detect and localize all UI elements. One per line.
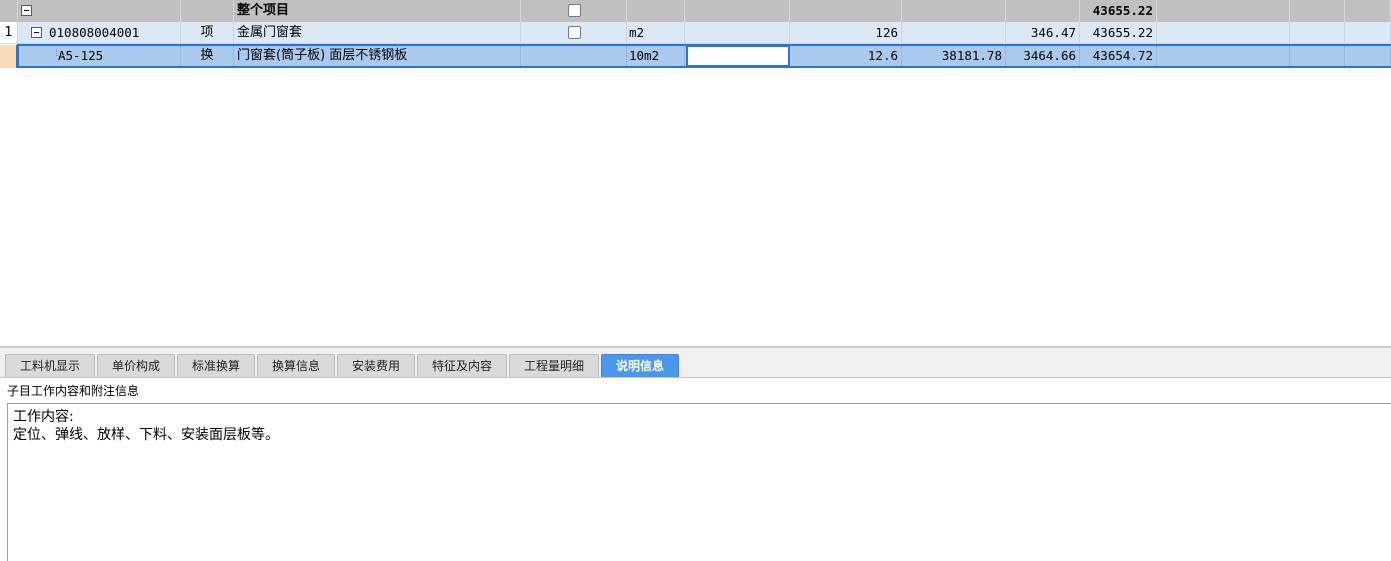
name-cell[interactable]: 金属门窗套: [234, 22, 521, 44]
unit-cell[interactable]: 10m2: [627, 45, 685, 68]
detail-tabbar: 工料机显示 单价构成 标准换算 换算信息 安装费用 特征及内容 工程量明细 说明…: [0, 348, 1391, 378]
column-c6-cell: [1345, 0, 1391, 22]
item-code: 010808004001: [49, 25, 140, 40]
checkbox-cell: [521, 0, 627, 22]
budget-grid: 整个项目 43655.22 1 010808004001 项 金属门窗套 m2 …: [0, 0, 1391, 346]
column-c5-cell: [1290, 22, 1345, 44]
checkbox-cell: [521, 22, 627, 44]
type-cell: 换: [181, 45, 234, 68]
column-c3-cell: 43655.22: [1080, 22, 1157, 44]
quantity-cell[interactable]: 126: [790, 22, 902, 44]
item-checkbox[interactable]: [568, 26, 581, 39]
collapse-icon[interactable]: [21, 5, 32, 16]
description-textarea[interactable]: 工作内容: 定位、弹线、放样、下料、安装面层板等。: [7, 403, 1391, 561]
expression-cell[interactable]: [685, 22, 790, 44]
column-c2-cell: [1006, 0, 1080, 22]
column-c2-cell: 346.47: [1006, 22, 1080, 44]
column-c6-cell: [1345, 22, 1391, 44]
tab-install-fee[interactable]: 安装费用: [337, 354, 415, 377]
column-c1-cell: [902, 22, 1006, 44]
column-c6-cell: [1345, 45, 1391, 68]
tab-conversion-info[interactable]: 换算信息: [257, 354, 335, 377]
name-cell[interactable]: 门窗套(筒子板) 面层不锈钢板: [234, 45, 521, 68]
row-header[interactable]: [0, 45, 18, 68]
tab-labor-material[interactable]: 工料机显示: [5, 354, 95, 377]
row-number[interactable]: 1: [0, 22, 18, 44]
column-c4-cell: [1157, 0, 1290, 22]
expression-cell: [685, 0, 790, 22]
column-c5-cell: [1290, 0, 1345, 22]
type-cell: [181, 0, 234, 22]
unit-cell: [627, 0, 685, 22]
tab-standard-conversion[interactable]: 标准换算: [177, 354, 255, 377]
total-cell: 43655.22: [1080, 0, 1157, 22]
collapse-icon[interactable]: [31, 27, 42, 38]
description-line: 定位、弹线、放样、下料、安装面层板等。: [13, 427, 279, 443]
tab-quantity-detail[interactable]: 工程量明细: [509, 354, 599, 377]
checkbox-cell: [521, 45, 627, 68]
panel-caption: 子目工作内容和附注信息: [7, 384, 140, 398]
tab-features[interactable]: 特征及内容: [417, 354, 507, 377]
tab-description[interactable]: 说明信息: [601, 354, 679, 377]
name-cell: 整个项目: [234, 0, 521, 22]
unit-cell[interactable]: m2: [627, 22, 685, 44]
column-c4-cell: [1157, 45, 1290, 68]
type-cell: 项: [181, 22, 234, 44]
summary-row[interactable]: 整个项目 43655.22: [0, 0, 1391, 22]
column-c1-cell: [902, 0, 1006, 22]
item-row[interactable]: 1 010808004001 项 金属门窗套 m2 126 346.47 436…: [0, 22, 1391, 44]
code-cell: [18, 0, 181, 22]
expression-edit-input[interactable]: [686, 45, 790, 67]
row-header: [0, 0, 18, 22]
summary-checkbox[interactable]: [568, 4, 581, 17]
tree-branch-icon: [56, 50, 68, 56]
column-c2-cell: 3464.66: [1006, 45, 1080, 68]
code-cell: A5-125: [18, 45, 181, 68]
column-c3-cell: 43654.72: [1080, 45, 1157, 68]
column-c5-cell: [1290, 45, 1345, 68]
column-c4-cell: [1157, 22, 1290, 44]
code-cell: 010808004001: [18, 22, 181, 44]
quantity-cell[interactable]: 12.6: [790, 45, 902, 68]
quantity-cell: [790, 0, 902, 22]
tab-unit-price[interactable]: 单价构成: [97, 354, 175, 377]
description-line: 工作内容:: [13, 409, 74, 425]
column-c1-cell: 38181.78: [902, 45, 1006, 68]
